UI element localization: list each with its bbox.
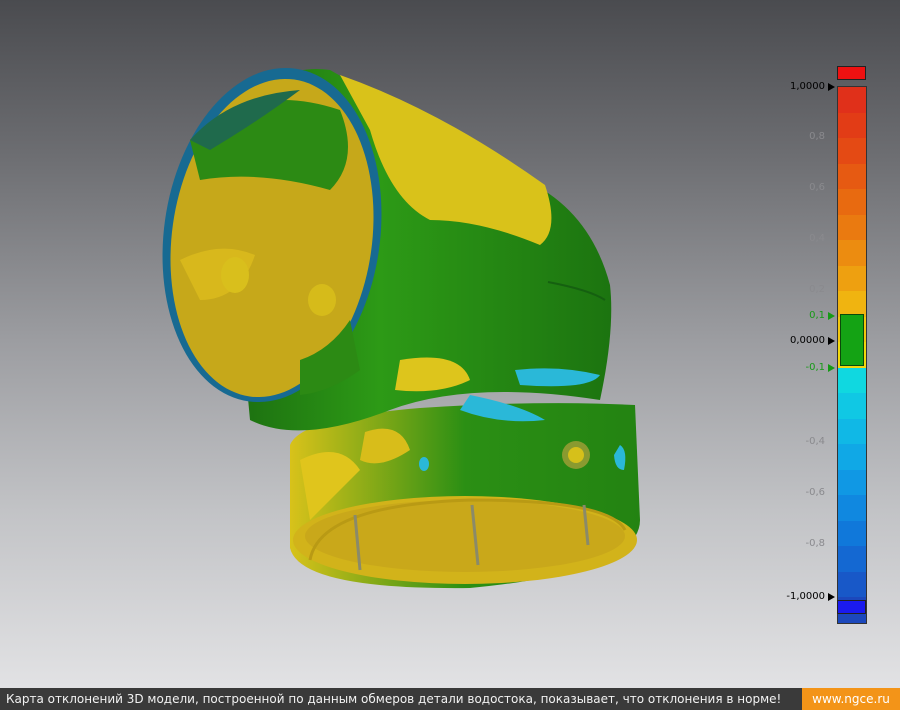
color-band — [838, 138, 866, 164]
color-band — [838, 214, 866, 240]
caption-text: Карта отклонений 3D модели, построенной … — [6, 692, 782, 706]
color-band — [838, 393, 866, 419]
tolerance-range-swatch — [840, 314, 864, 366]
under-range-swatch — [837, 600, 866, 614]
legend-tolerance-upper-label: 0,1 — [809, 310, 825, 321]
over-range-swatch — [837, 66, 866, 80]
legend-tick-label: 0,4 — [809, 233, 825, 244]
legend-zero-marker-icon — [828, 337, 835, 345]
color-band — [838, 112, 866, 138]
legend-tick-label: 0,6 — [809, 182, 825, 193]
legend-tick-label: 0,8 — [809, 131, 825, 142]
legend-max-marker-icon — [828, 83, 835, 91]
lower-collar — [290, 403, 640, 589]
legend-tick-label: 0,2 — [809, 284, 825, 295]
color-band — [838, 418, 866, 444]
legend-tick-label: -0,6 — [805, 487, 825, 498]
deviation-color-legend: 1,0000 0,8 0,6 0,4 0,2 0,1 0,0000 -0,1 -… — [770, 60, 900, 630]
site-link[interactable]: www.ngce.ru — [802, 688, 900, 710]
legend-tick-label: -0,8 — [805, 538, 825, 549]
tolerance-upper-marker-icon — [828, 312, 835, 320]
legend-tolerance-lower-label: -0,1 — [805, 362, 825, 373]
3d-viewport[interactable]: 1,0000 0,8 0,6 0,4 0,2 0,1 0,0000 -0,1 -… — [0, 0, 900, 688]
color-band — [838, 240, 866, 266]
color-band — [838, 520, 866, 546]
color-band — [838, 495, 866, 521]
color-band — [838, 469, 866, 495]
legend-min-label: -1,0000 — [786, 591, 825, 602]
legend-min-marker-icon — [828, 593, 835, 601]
color-band — [838, 163, 866, 189]
tolerance-lower-marker-icon — [828, 364, 835, 372]
legend-max-label: 1,0000 — [790, 81, 825, 92]
color-band — [838, 265, 866, 291]
color-band — [838, 367, 866, 393]
color-band — [838, 189, 866, 215]
color-band — [838, 571, 866, 597]
legend-tick-label: -0,4 — [805, 436, 825, 447]
deviation-map-model — [162, 67, 640, 589]
color-band — [838, 291, 866, 317]
color-band — [838, 87, 866, 113]
legend-zero-label: 0,0000 — [790, 335, 825, 346]
caption-bar: Карта отклонений 3D модели, построенной … — [0, 688, 900, 710]
color-band — [838, 444, 866, 470]
color-band — [838, 546, 866, 572]
